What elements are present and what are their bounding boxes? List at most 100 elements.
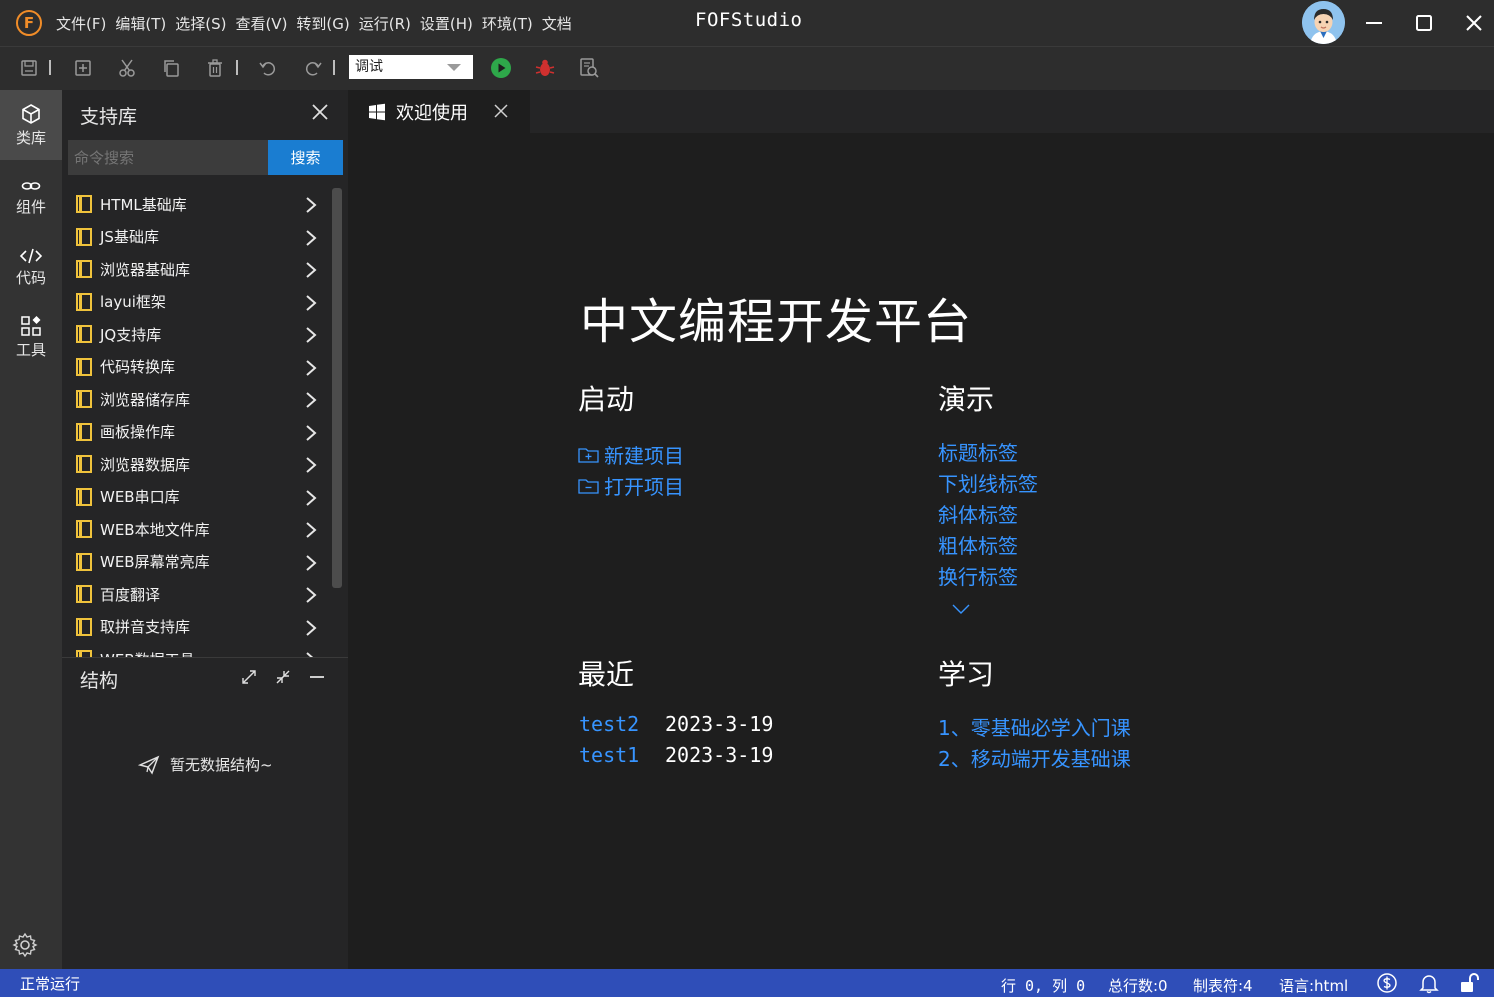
toolbar-separator (236, 60, 238, 75)
list-item-label: 取拼音支持库 (100, 618, 191, 637)
list-item[interactable]: 浏览器数据库 (62, 448, 330, 481)
close-window-button[interactable] (1459, 8, 1489, 38)
chevron-right-icon (306, 522, 317, 538)
collapse-button[interactable] (274, 668, 294, 688)
search-file-icon[interactable] (578, 57, 600, 79)
show-more-button[interactable] (951, 600, 971, 619)
user-avatar[interactable] (1302, 1, 1345, 44)
list-item[interactable]: layui框架 (62, 286, 330, 319)
gear-icon (12, 932, 38, 958)
list-item[interactable]: WEB串口库 (62, 481, 330, 514)
cursor-position[interactable]: 行 0, 列 0 (1001, 975, 1085, 996)
menu-view[interactable]: 查看(V) (235, 13, 287, 34)
list-item[interactable]: 百度翻译 (62, 578, 330, 611)
activity-library-label: 类库 (15, 128, 46, 147)
activity-code-label: 代码 (15, 268, 46, 287)
book-icon (76, 552, 92, 571)
structure-panel: 结构 暂无数据结构~ (62, 657, 348, 969)
tab-welcome[interactable]: 欢迎使用 (348, 90, 530, 133)
search-button[interactable]: 搜索 (268, 140, 343, 175)
close-icon (494, 104, 508, 118)
recent-project-date: 2023-3-19 (665, 743, 774, 767)
run-status: 正常运行 (20, 975, 81, 993)
total-lines: 总行数:0 (1108, 977, 1168, 995)
library-scrollbar[interactable] (332, 188, 342, 588)
menu-settings[interactable]: 设置(H) (420, 13, 473, 34)
list-item[interactable]: WEB数据工具 (62, 643, 330, 657)
delete-icon[interactable] (204, 57, 226, 79)
demo-link-bold[interactable]: 粗体标签 (938, 530, 1018, 559)
minimize-button[interactable] (1359, 8, 1389, 38)
list-item-label: 代码转换库 (100, 358, 176, 377)
menu-goto[interactable]: 转到(G) (296, 13, 349, 34)
notifications-button[interactable] (1418, 972, 1440, 994)
list-item-label: HTML基础库 (100, 195, 187, 214)
list-item-label: WEB本地文件库 (100, 520, 210, 539)
run-mode-select[interactable]: 调试 (349, 55, 473, 79)
list-item[interactable]: WEB屏幕常亮库 (62, 546, 330, 579)
demo-link-linebreak[interactable]: 换行标签 (938, 561, 1018, 590)
logo-letter: F (23, 14, 35, 32)
list-item[interactable]: WEB本地文件库 (62, 513, 330, 546)
course-link[interactable]: 1、零基础必学入门课 (938, 712, 1131, 741)
menu-environment[interactable]: 环境(T) (482, 13, 533, 34)
demo-link-italic[interactable]: 斜体标签 (938, 499, 1018, 528)
command-search-input[interactable] (68, 140, 268, 175)
chevron-right-icon (306, 392, 317, 408)
save-icon[interactable] (18, 57, 40, 79)
recent-section-title: 最近 (578, 658, 635, 691)
donate-button[interactable] (1376, 972, 1398, 994)
cube-icon (22, 103, 40, 124)
list-item[interactable]: JQ支持库 (62, 318, 330, 351)
library-title: 支持库 (80, 106, 138, 128)
app-logo-icon: F (16, 10, 42, 36)
course-link[interactable]: 2、移动端开发基础课 (938, 743, 1131, 772)
undo-icon[interactable] (257, 57, 279, 79)
book-icon (76, 585, 92, 604)
activity-library[interactable]: 类库 (0, 90, 62, 160)
run-icon[interactable] (490, 57, 512, 79)
demo-link-heading[interactable]: 标题标签 (938, 437, 1018, 466)
recent-project-link[interactable]: test2 (579, 712, 639, 736)
menu-docs[interactable]: 文档 (542, 13, 572, 34)
menu-run[interactable]: 运行(R) (359, 13, 411, 34)
open-project-link[interactable]: 打开项目 (578, 471, 684, 500)
list-item[interactable]: JS基础库 (62, 221, 330, 254)
list-item[interactable]: 代码转换库 (62, 351, 330, 384)
maximize-button[interactable] (1409, 8, 1439, 38)
tab-close-button[interactable] (493, 103, 509, 119)
list-item[interactable]: HTML基础库 (62, 188, 330, 221)
menu-select[interactable]: 选择(S) (175, 13, 226, 34)
cut-icon[interactable] (116, 57, 138, 79)
structure-title: 结构 (80, 670, 119, 692)
chevron-right-icon (306, 197, 317, 213)
expand-button[interactable] (240, 668, 260, 688)
list-item[interactable]: 画板操作库 (62, 416, 330, 449)
settings-button[interactable] (12, 932, 38, 958)
activity-components[interactable]: 组件 (0, 162, 62, 232)
activity-code[interactable]: 代码 (0, 232, 62, 302)
copy-icon[interactable] (160, 57, 182, 79)
book-icon (76, 325, 92, 344)
menu-file[interactable]: 文件(F) (56, 13, 106, 34)
debug-icon[interactable] (534, 57, 556, 79)
recent-project-link[interactable]: test1 (579, 743, 639, 767)
list-item[interactable]: 浏览器基础库 (62, 253, 330, 286)
structure-empty-text: 暂无数据结构~ (170, 756, 273, 774)
new-file-icon[interactable] (72, 57, 94, 79)
demo-link-underline[interactable]: 下划线标签 (938, 468, 1038, 497)
list-item[interactable]: 取拼音支持库 (62, 611, 330, 644)
chevron-right-icon (306, 294, 317, 311)
list-item[interactable]: 浏览器储存库 (62, 383, 330, 416)
redo-icon[interactable] (302, 57, 324, 79)
new-project-link[interactable]: 新建项目 (578, 440, 684, 469)
library-close-button[interactable] (310, 102, 332, 124)
tab-size[interactable]: 制表符:4 (1193, 975, 1253, 996)
minimize-panel-button[interactable] (308, 668, 328, 688)
list-item-label: 浏览器基础库 (100, 260, 191, 279)
language-mode[interactable]: 语言:html (1279, 975, 1348, 996)
menu-edit[interactable]: 编辑(T) (115, 13, 166, 34)
collapse-icon (276, 670, 290, 684)
lock-button[interactable] (1458, 972, 1480, 994)
activity-tools[interactable]: 工具 (0, 302, 62, 372)
